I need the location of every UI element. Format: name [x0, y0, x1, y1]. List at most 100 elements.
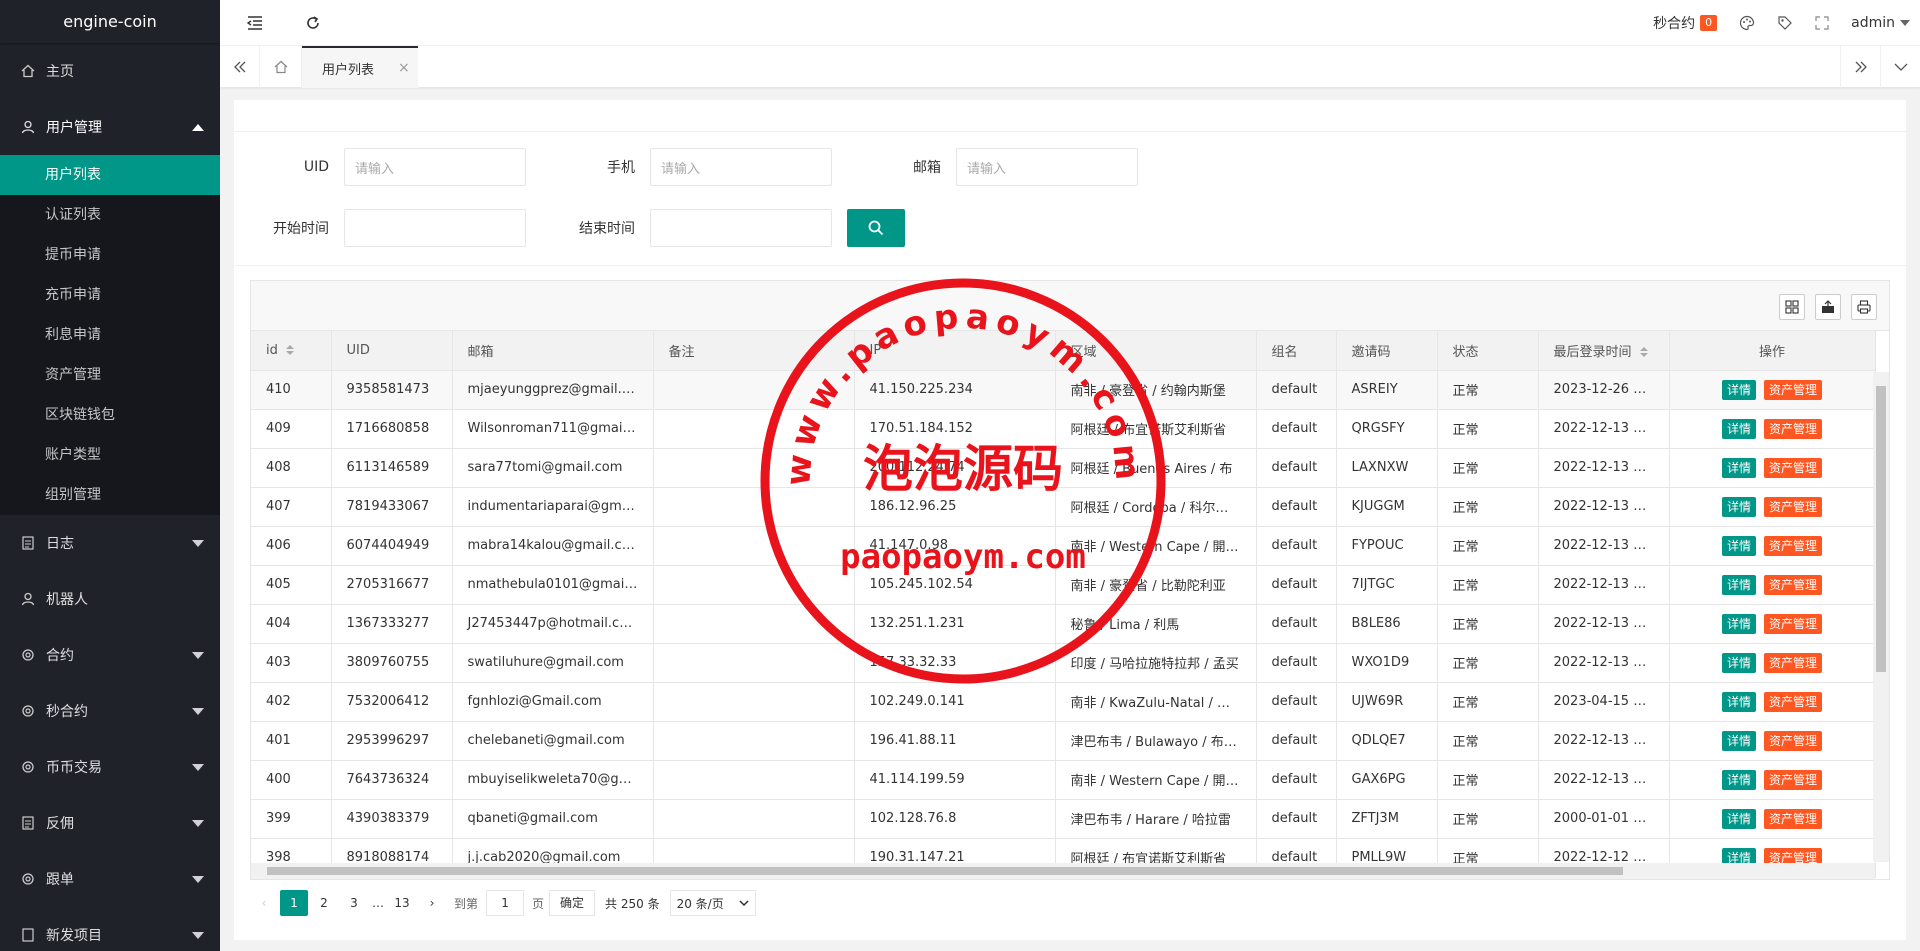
sidebar-subitem-group-management[interactable]: 组别管理 — [0, 475, 220, 515]
table-row[interactable]: 409 1716680858 Wilsonroman711@gmail.com 170… — [251, 409, 1876, 449]
print-button[interactable] — [1851, 294, 1877, 320]
table-row[interactable]: 404 1367333277 J27453447p@hotmail.com 132.2… — [251, 604, 1876, 644]
table-row[interactable]: 402 7532006412 fgnhlozi@Gmail.com 102.249.0… — [251, 682, 1876, 722]
asset-management-button[interactable]: 资产管理 — [1764, 730, 1823, 751]
sidebar-item-robot[interactable]: 机器人 — [0, 571, 220, 627]
page-3[interactable]: 3 — [340, 890, 368, 916]
asset-management-button[interactable]: 资产管理 — [1764, 769, 1823, 790]
next-page-button[interactable]: › — [418, 890, 446, 916]
sidebar-submenu: 用户列表 认证列表 提币申请 充币申请 利息申请 资产管理 区块链钱包 账户类型… — [0, 155, 220, 515]
detail-button[interactable]: 详情 — [1721, 535, 1756, 556]
sidebar-subitem-deposit-request[interactable]: 充币申请 — [0, 275, 220, 315]
sidebar-item-contract[interactable]: 合约 — [0, 627, 220, 683]
detail-button[interactable]: 详情 — [1721, 379, 1756, 400]
page-size-select[interactable]: 20 条/页 — [669, 890, 756, 916]
sidebar-item-spot-trading[interactable]: 币币交易 — [0, 739, 220, 795]
sidebar-item-second-contract[interactable]: 秒合约 — [0, 683, 220, 739]
sidebar-subitem-account-type[interactable]: 账户类型 — [0, 435, 220, 475]
asset-management-button[interactable]: 资产管理 — [1764, 613, 1823, 634]
tab-home[interactable] — [260, 46, 302, 88]
search-button[interactable] — [847, 209, 905, 247]
detail-button[interactable]: 详情 — [1721, 730, 1756, 751]
sidebar-item-home[interactable]: 主页 — [0, 43, 220, 99]
sidebar-item-log[interactable]: 日志 — [0, 515, 220, 571]
detail-button[interactable]: 详情 — [1721, 769, 1756, 790]
page-13[interactable]: 13 — [388, 890, 416, 916]
asset-management-button[interactable]: 资产管理 — [1764, 418, 1823, 439]
tab-user-list[interactable]: 用户列表 × — [302, 46, 418, 88]
horizontal-scrollbar[interactable] — [251, 863, 1875, 879]
sidebar-subitem-withdraw-request[interactable]: 提币申请 — [0, 235, 220, 275]
column-header-id[interactable]: id — [251, 331, 332, 371]
sidebar-item-new-project[interactable]: 新发项目 — [0, 907, 220, 951]
detail-button[interactable]: 详情 — [1721, 418, 1756, 439]
tag-button[interactable] — [1777, 15, 1793, 31]
asset-management-button[interactable]: 资产管理 — [1764, 652, 1823, 673]
export-button[interactable] — [1815, 294, 1841, 320]
detail-button[interactable]: 详情 — [1721, 574, 1756, 595]
sort-icon[interactable] — [285, 345, 294, 356]
chevron-down-icon — [1894, 63, 1907, 71]
table-header-row: id UID 邮箱 备注 IP 区域 组名 邀请码 状态 最后登录时间 操作 — [251, 331, 1876, 371]
tabs-scroll-right-button[interactable] — [1840, 46, 1880, 88]
goto-page-input[interactable]: 1 — [486, 890, 525, 916]
table-row[interactable]: 410 9358581473 mjaeyunggprez@gmail.com 41.1… — [251, 370, 1876, 410]
close-icon[interactable]: × — [398, 60, 410, 76]
detail-button[interactable]: 详情 — [1721, 691, 1756, 712]
table-row[interactable]: 407 7819433067 indumentariaparai@gmail.com… — [251, 487, 1876, 527]
sidebar-item-user-management[interactable]: 用户管理 — [0, 99, 220, 155]
document-icon — [20, 535, 36, 551]
asset-management-button[interactable]: 资产管理 — [1764, 574, 1823, 595]
table-row[interactable]: 399 4390383379 qbaneti@gmail.com 102.128.76… — [251, 799, 1876, 839]
sidebar-subitem-interest-request[interactable]: 利息申请 — [0, 315, 220, 355]
uid-input[interactable]: 请输入 — [344, 148, 526, 186]
sidebar-item-copy-trading[interactable]: 跟单 — [0, 851, 220, 907]
phone-input[interactable]: 请输入 — [650, 148, 832, 186]
detail-button[interactable]: 详情 — [1721, 457, 1756, 478]
asset-management-button[interactable]: 资产管理 — [1764, 379, 1823, 400]
asset-management-button[interactable]: 资产管理 — [1764, 457, 1823, 478]
table-row[interactable]: 406 6074404949 mabra14kalou@gmail.com 41.14… — [251, 526, 1876, 566]
menu-toggle-button[interactable] — [240, 0, 270, 46]
end-time-input[interactable] — [650, 209, 832, 247]
prev-page-button[interactable]: ‹ — [250, 890, 278, 916]
tabs-menu-button[interactable] — [1880, 46, 1920, 88]
asset-management-button[interactable]: 资产管理 — [1764, 808, 1823, 829]
asset-management-button[interactable]: 资产管理 — [1764, 691, 1823, 712]
goto-confirm-button[interactable]: 确定 — [549, 890, 596, 916]
cell-email: J27453447p@hotmail.com — [452, 604, 654, 644]
detail-button[interactable]: 详情 — [1721, 613, 1756, 634]
asset-management-button[interactable]: 资产管理 — [1764, 496, 1823, 517]
sidebar-subitem-asset-management[interactable]: 资产管理 — [0, 355, 220, 395]
column-header-last-login[interactable]: 最后登录时间 — [1538, 331, 1670, 371]
top-header: 秒合约 0 admin — [220, 0, 1920, 46]
asset-management-button[interactable]: 资产管理 — [1764, 535, 1823, 556]
detail-button[interactable]: 详情 — [1721, 652, 1756, 673]
vertical-scrollbar[interactable] — [1873, 372, 1889, 862]
columns-filter-button[interactable] — [1779, 294, 1805, 320]
table-row[interactable]: 4007643736324mbuyiselikweleta70@gmail.co… — [251, 760, 1876, 800]
table-row[interactable]: 408 6113146589 sara77tomi@gmail.com 200.112… — [251, 448, 1876, 488]
cell-status: 正常 — [1437, 526, 1539, 566]
sidebar-item-rebate[interactable]: 反佣 — [0, 795, 220, 851]
refresh-button[interactable] — [298, 0, 328, 46]
cell-last-login: 2000-01-01 00:00: — [1538, 799, 1670, 839]
fullscreen-button[interactable] — [1815, 16, 1829, 30]
user-menu[interactable]: admin — [1851, 15, 1910, 31]
second-contract-notice[interactable]: 秒合约 0 — [1653, 13, 1718, 33]
sidebar-subitem-blockchain-wallet[interactable]: 区块链钱包 — [0, 395, 220, 435]
detail-button[interactable]: 详情 — [1721, 808, 1756, 829]
detail-button[interactable]: 详情 — [1721, 496, 1756, 517]
start-time-input[interactable] — [344, 209, 526, 247]
page-2[interactable]: 2 — [310, 890, 338, 916]
sort-icon[interactable] — [1639, 347, 1648, 358]
table-row[interactable]: 401 2953996297 chelebaneti@gmail.com 196.41… — [251, 721, 1876, 761]
tabs-scroll-left-button[interactable] — [220, 46, 260, 88]
table-row[interactable]: 405 2705316677 nmathebula0101@gmail.com 105… — [251, 565, 1876, 605]
email-input[interactable]: 请输入 — [956, 148, 1138, 186]
sidebar-subitem-verification-list[interactable]: 认证列表 — [0, 195, 220, 235]
page-1[interactable]: 1 — [280, 890, 308, 916]
sidebar-subitem-user-list[interactable]: 用户列表 — [0, 155, 220, 195]
theme-button[interactable] — [1739, 15, 1755, 31]
table-row[interactable]: 403 3809760755 swatiluhure@gmail.com 157.33… — [251, 643, 1876, 683]
